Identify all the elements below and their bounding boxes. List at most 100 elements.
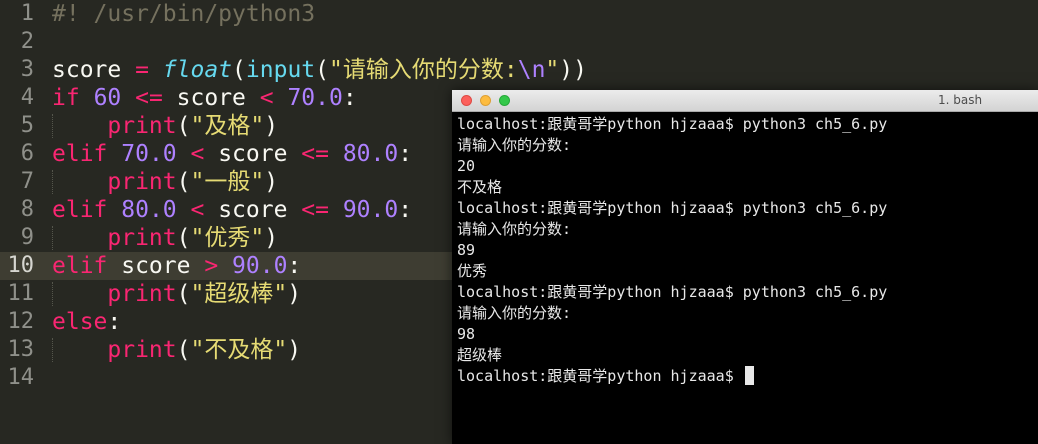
code-token: " (545, 57, 560, 83)
line-number: 4 (20, 85, 34, 110)
line-number: 13 (7, 337, 35, 362)
code-token: : (398, 141, 413, 167)
code-token: score (218, 141, 288, 167)
code-token: <= (287, 197, 343, 223)
line-number: 14 (7, 365, 35, 390)
code-token: float (162, 57, 233, 83)
code-line[interactable]: 3 score = float(input("请输入你的分数:\n")) (0, 56, 1038, 84)
code-token: print (107, 225, 177, 251)
code-token: "请输入你的分数: (329, 57, 518, 83)
code-token: input (245, 57, 316, 83)
line-number: 11 (7, 281, 35, 306)
line-number: 1 (20, 1, 34, 26)
code-token: 90.0 (342, 197, 399, 223)
code-token: : (107, 309, 122, 335)
code-token: : (287, 253, 302, 279)
terminal-line-text: 20 (457, 157, 476, 175)
code-text: score = float(input("请输入你的分数:\n")) (52, 56, 587, 84)
code-token: <= (121, 85, 177, 111)
terminal-line: 请输入你的分数: (457, 219, 1032, 240)
line-number: 5 (20, 113, 34, 138)
terminal-line-text: 超级棒 (457, 346, 503, 364)
line-number: 7 (20, 169, 34, 194)
code-token: < (245, 85, 288, 111)
code-token: "不及格" (190, 337, 288, 363)
code-text: elif score > 90.0: (52, 252, 301, 280)
code-token: < (176, 141, 219, 167)
code-token: <= (287, 141, 343, 167)
terminal-cursor (744, 366, 754, 385)
line-number: 12 (7, 309, 35, 334)
code-text: else: (52, 308, 121, 336)
terminal-line: localhost:跟黄哥学python hjzaaa$ python3 ch5… (457, 282, 1032, 303)
line-number: 3 (20, 57, 34, 82)
code-token: #! /usr/bin/python3 (52, 1, 316, 27)
code-token: ) (287, 337, 302, 363)
code-text: print("不及格") (52, 336, 301, 364)
code-token: 80.0 (342, 141, 399, 167)
code-token: elif (52, 141, 108, 167)
code-token: ) (264, 113, 279, 139)
line-number: 10 (7, 253, 35, 278)
terminal-line-text: 98 (457, 325, 476, 343)
code-token: ( (176, 113, 191, 139)
code-token: : (342, 85, 357, 111)
code-token: print (107, 169, 177, 195)
code-token: "超级棒" (190, 281, 288, 307)
terminal-title: 1. bash (938, 93, 983, 107)
terminal-line-text: localhost:跟黄哥学python hjzaaa$ python3 ch5… (457, 199, 888, 217)
code-token: score (218, 197, 288, 223)
terminal-line: 98 (457, 324, 1032, 345)
terminal-line-text: localhost:跟黄哥学python hjzaaa$ python3 ch5… (457, 283, 888, 301)
code-token: : (398, 197, 413, 223)
terminal-line-text: 89 (457, 241, 476, 259)
code-token: score (107, 253, 191, 279)
code-token: 60 (93, 85, 122, 111)
terminal-line: localhost:跟黄哥学python hjzaaa$ (457, 366, 1032, 387)
code-token: "优秀" (190, 225, 265, 251)
code-text: print("及格") (52, 112, 278, 140)
terminal-line: 超级棒 (457, 345, 1032, 366)
terminal-line: 不及格 (457, 177, 1032, 198)
terminal-window[interactable]: 1. bash localhost:跟黄哥学python hjzaaa$ pyt… (452, 90, 1038, 444)
code-line[interactable]: 2 (0, 28, 1038, 56)
code-token: ( (176, 225, 191, 251)
code-token: ) (264, 225, 279, 251)
line-number: 2 (20, 29, 34, 54)
code-text: print("一般") (52, 168, 278, 196)
code-token: score (176, 85, 246, 111)
code-token: else (52, 309, 108, 335)
code-token: = (121, 57, 163, 83)
code-token: elif (52, 197, 108, 223)
code-token: ) (264, 169, 279, 195)
code-token: "一般" (190, 169, 265, 195)
terminal-line-text: localhost:跟黄哥学python hjzaaa$ python3 ch5… (457, 115, 888, 133)
code-token: 70.0 (287, 85, 343, 111)
terminal-output[interactable]: localhost:跟黄哥学python hjzaaa$ python3 ch5… (457, 114, 1032, 387)
terminal-line: localhost:跟黄哥学python hjzaaa$ python3 ch5… (457, 114, 1032, 135)
code-token: > (190, 253, 233, 279)
code-token: if (52, 85, 80, 111)
code-text: print("超级棒") (52, 280, 301, 308)
code-text: elif 70.0 < score <= 80.0: (52, 140, 412, 168)
terminal-line: 20 (457, 156, 1032, 177)
terminal-line-text: 请输入你的分数: (457, 136, 572, 154)
terminal-titlebar[interactable]: 1. bash (452, 90, 1038, 112)
code-token: ( (176, 337, 191, 363)
terminal-line: 89 (457, 240, 1032, 261)
code-token: print (107, 113, 177, 139)
terminal-line-text: 请输入你的分数: (457, 220, 572, 238)
code-text: if 60 <= score < 70.0: (52, 84, 357, 112)
terminal-line-text: localhost:跟黄哥学python hjzaaa$ (457, 367, 743, 385)
code-token: )) (559, 57, 587, 83)
code-token: elif (52, 253, 108, 279)
code-token: ) (287, 281, 302, 307)
terminal-line-text: 优秀 (457, 262, 488, 280)
code-token: 70.0 (121, 141, 177, 167)
code-line[interactable]: 1 #! /usr/bin/python3 (0, 0, 1038, 28)
